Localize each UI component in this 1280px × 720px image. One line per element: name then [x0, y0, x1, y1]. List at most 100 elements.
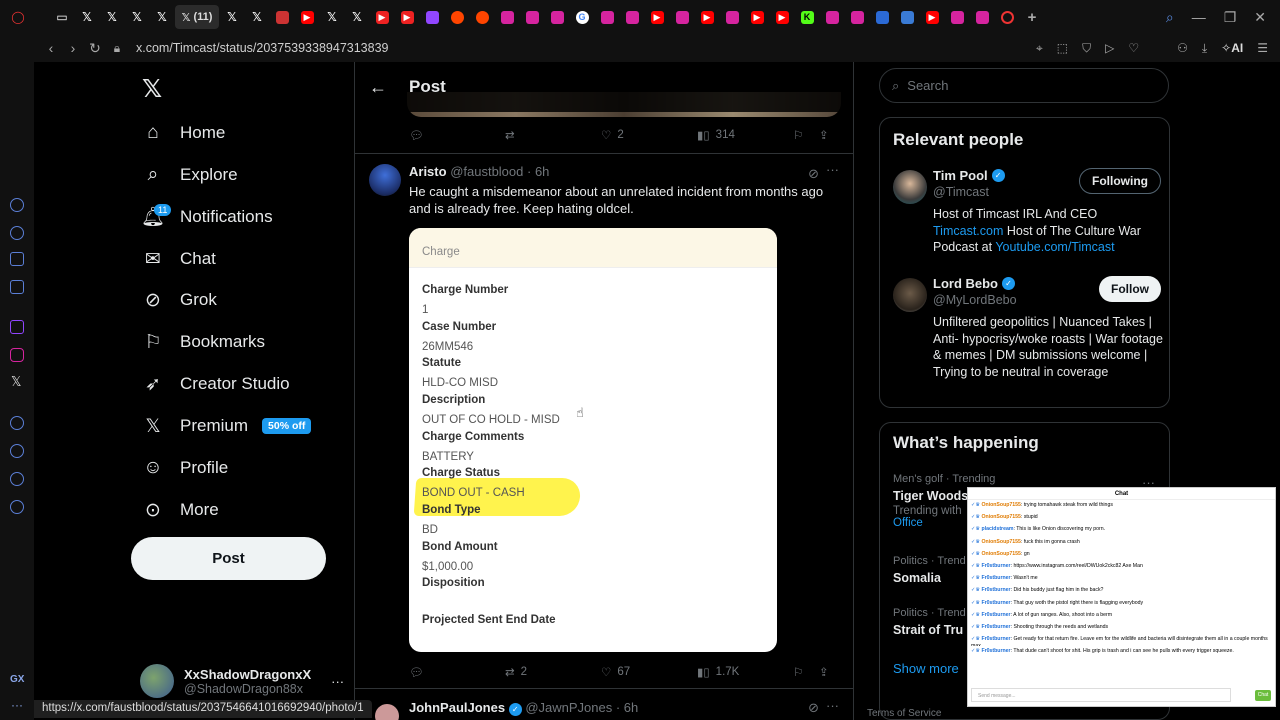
tab-active[interactable]: 𝕏 (11) [175, 5, 219, 29]
chat-username[interactable]: Fr0stburner [981, 587, 1010, 593]
person-name[interactable]: Lord Bebo [933, 276, 998, 291]
tab-youtube-icon[interactable]: ▶ [645, 5, 669, 29]
play-icon[interactable]: ▷ [1105, 41, 1114, 55]
bookmark-icon[interactable]: ⚐ [793, 665, 819, 679]
nav-item-more[interactable]: ⊙ More [142, 490, 219, 530]
nav-item-home[interactable]: ⌂ Home [142, 113, 225, 153]
sidebar-icon[interactable] [10, 226, 24, 240]
tab-icon[interactable]: ▶ [370, 5, 394, 29]
chat-username[interactable]: placidstream [981, 526, 1013, 532]
tab-icon[interactable]: ▭ [50, 5, 74, 29]
tab-instagram-icon[interactable] [595, 5, 619, 29]
tab-instagram-icon[interactable] [820, 5, 844, 29]
tab-youtube-icon[interactable]: ▶ [745, 5, 769, 29]
views-icon[interactable]: ▮▯ 1.7K [697, 665, 793, 679]
x-logo-icon[interactable]: 𝕏 [142, 74, 162, 104]
like-icon[interactable]: ♡ 67 [601, 665, 697, 679]
sidebar-icon[interactable] [10, 252, 24, 266]
person-handle[interactable]: @Timcast [933, 185, 989, 199]
chat-username[interactable]: Fr0stburner [981, 563, 1010, 569]
nav-item-premium[interactable]: 𝕏 Premium 50% off [142, 406, 312, 446]
tab-x-icon[interactable]: 𝕏 [150, 5, 174, 29]
tab-icon[interactable] [270, 5, 294, 29]
tab-x-icon[interactable]: 𝕏 [100, 5, 124, 29]
tab-instagram-icon[interactable] [495, 5, 519, 29]
extensions-icon[interactable] [10, 472, 24, 486]
sidebar-icon[interactable] [10, 280, 24, 294]
reload-icon[interactable]: ↻ [84, 40, 106, 57]
new-tab-plus-icon[interactable]: + [1020, 5, 1044, 29]
tab-google-icon[interactable]: G [570, 5, 594, 29]
tab-reddit-icon[interactable] [445, 5, 469, 29]
tab-x-icon[interactable]: 𝕏 [345, 5, 369, 29]
chat-username[interactable]: OnionSoup7155 [981, 514, 1021, 520]
profile-icon[interactable]: ⚇ [1177, 41, 1188, 55]
trend-item[interactable]: Politics · Trend Strait of Tru [893, 607, 973, 637]
back-icon[interactable]: ‹ [40, 40, 62, 56]
grok-icon[interactable]: ⊘ [808, 166, 819, 182]
history-icon[interactable] [10, 444, 24, 458]
tab-instagram-icon[interactable] [620, 5, 644, 29]
ai-button[interactable]: ✧AI [1221, 41, 1243, 55]
avatar[interactable] [893, 170, 927, 204]
like-icon[interactable]: ♡ 2 [601, 128, 697, 142]
more-icon[interactable]: ··· [11, 698, 23, 712]
tweet-time[interactable]: · 6h [527, 164, 549, 179]
avatar[interactable] [893, 278, 927, 312]
chat-username[interactable]: OnionSoup7155 [981, 539, 1021, 545]
chat-username[interactable]: OnionSoup7155 [981, 551, 1021, 557]
minimize-icon[interactable]: — [1192, 9, 1206, 25]
tab-instagram-icon[interactable] [970, 5, 994, 29]
tab-youtube-icon[interactable]: ▶ [770, 5, 794, 29]
tweet-image[interactable]: Charge Charge Number 1 Case Number 26MM546 S… [409, 228, 777, 652]
author-handle[interactable]: @JawnPJones [525, 700, 612, 715]
tab-instagram-icon[interactable] [670, 5, 694, 29]
repost-icon[interactable]: ⇄ [505, 128, 601, 142]
tweet[interactable]: JohnPaulJones ✓ @JawnPJones · 6h ⊘ ··· [355, 698, 853, 720]
more-icon[interactable]: ··· [826, 698, 839, 713]
opera-logo-icon[interactable]: ◯ [6, 5, 30, 29]
search-input[interactable]: ⌕ Search [879, 68, 1169, 103]
chat-username[interactable]: Fr0stburner [981, 648, 1010, 654]
chat-input[interactable]: Send message... [971, 688, 1231, 702]
trend-item[interactable]: Politics · Trend Somalia [893, 555, 973, 585]
twitch-icon[interactable] [10, 320, 24, 334]
chat-username[interactable]: Fr0stburner [981, 600, 1010, 606]
tab-x-icon[interactable]: 𝕏 [245, 5, 269, 29]
gx-icon[interactable]: GX [10, 674, 24, 685]
player-icon[interactable] [10, 416, 24, 430]
chat-username[interactable]: Fr0stburner [981, 575, 1010, 581]
sidebar-icon[interactable] [10, 198, 24, 212]
nav-item-grok[interactable]: ⊘ Grok [142, 280, 217, 320]
tab-instagram-icon[interactable] [545, 5, 569, 29]
nav-item-chat[interactable]: ✉ Chat [142, 239, 216, 279]
person-handle[interactable]: @MyLordBebo [933, 293, 1017, 307]
post-button[interactable]: Post [131, 537, 326, 580]
tab-opera-icon[interactable] [995, 5, 1019, 29]
follow-button[interactable]: Follow [1099, 276, 1161, 302]
nav-item-creator-studio[interactable]: ➶ Creator Studio [142, 364, 290, 404]
reply-icon[interactable]: 💬︎ [409, 128, 505, 142]
restore-icon[interactable]: ❐ [1224, 9, 1237, 26]
grok-icon[interactable]: ⊘ [808, 700, 819, 716]
chat-username[interactable]: Fr0stburner [981, 612, 1010, 618]
terms-link[interactable]: Terms of Service [867, 708, 941, 719]
menu-icon[interactable]: ☰ [1257, 41, 1268, 55]
nav-item-explore[interactable]: ⌕ Explore [142, 155, 238, 195]
person-name[interactable]: Tim Pool [933, 168, 988, 183]
author-name[interactable]: JohnPaulJones [409, 700, 505, 715]
tab-x-icon[interactable]: 𝕏 [125, 5, 149, 29]
tab-youtube-icon[interactable]: ▶ [295, 5, 319, 29]
account-more-icon[interactable]: ··· [331, 674, 344, 689]
tab-x-icon[interactable]: 𝕏 [75, 5, 99, 29]
snapshot-icon[interactable]: ⬚ [1057, 41, 1068, 55]
author-handle[interactable]: @faustblood [450, 164, 523, 179]
chat-username[interactable]: Fr0stburner [981, 636, 1010, 642]
nav-item-notifications[interactable]: 🔔︎ 11 Notifications [141, 197, 273, 237]
pin-icon[interactable]: ⌖ [1036, 41, 1043, 56]
download-icon[interactable]: ⤓ [1202, 41, 1207, 56]
more-icon[interactable]: ··· [826, 162, 839, 177]
following-button[interactable]: Following [1079, 168, 1161, 194]
tab-x-icon[interactable]: 𝕏 [220, 5, 244, 29]
nav-item-bookmarks[interactable]: ⚐ Bookmarks [142, 322, 265, 362]
